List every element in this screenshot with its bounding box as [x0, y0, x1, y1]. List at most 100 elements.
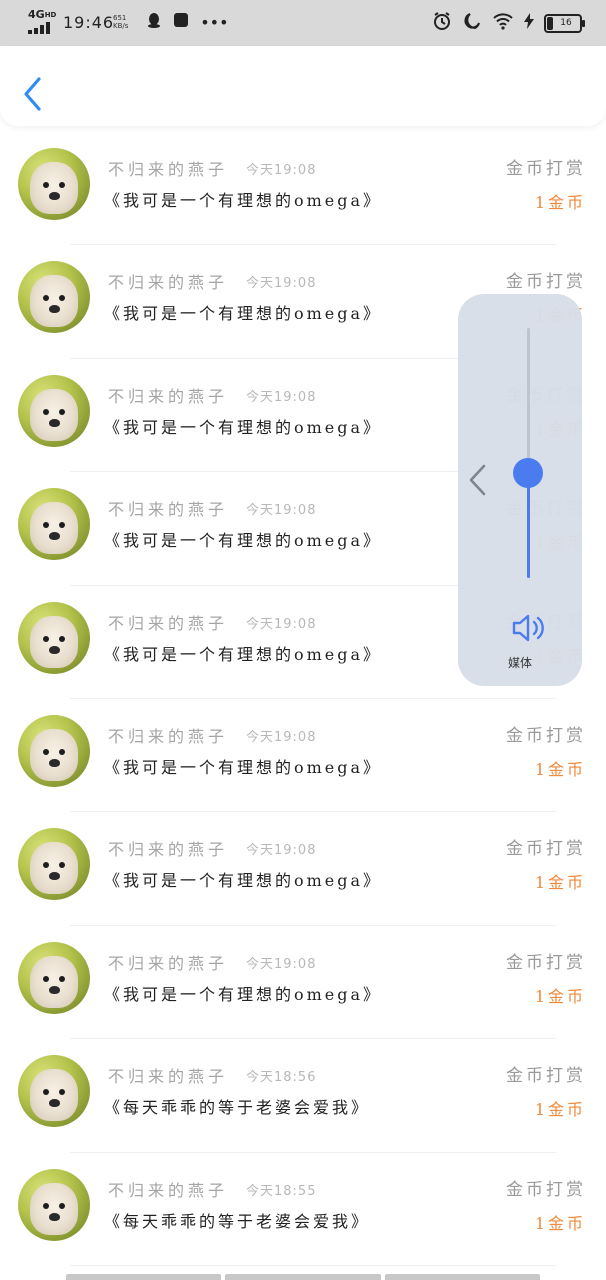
dog-face-icon — [30, 1182, 78, 1235]
reward-time: 今天18:55 — [246, 1183, 317, 1199]
avatar[interactable] — [18, 714, 90, 787]
sender-name: 不归来的燕子 — [108, 840, 229, 860]
dog-face-icon — [30, 275, 78, 328]
more-notifications-icon: ••• — [200, 13, 229, 32]
reward-time: 今天19:08 — [246, 843, 317, 859]
book-title: 《我可是一个有理想的omega》 — [104, 644, 383, 664]
app-icon — [173, 13, 194, 32]
signal-icon — [28, 22, 54, 34]
avatar[interactable] — [18, 601, 90, 674]
dog-face-icon — [30, 1069, 78, 1122]
battery-icon: 16 — [544, 14, 585, 33]
network-suffix: HD — [44, 11, 57, 19]
header-bar — [0, 46, 606, 126]
network-speed-unit: KB/s — [113, 22, 129, 30]
dog-face-icon — [30, 615, 78, 668]
avatar[interactable] — [18, 488, 90, 561]
dog-face-icon — [30, 955, 78, 1008]
network-speed: 651 KB/s — [113, 14, 128, 30]
avatar[interactable] — [18, 374, 90, 447]
volume-stream-label: 媒体 — [507, 656, 532, 670]
bottom-bar-hint — [66, 1274, 540, 1280]
reward-amount: 1金币 — [534, 986, 586, 1006]
volume-slider-handle[interactable] — [513, 458, 543, 488]
sender-name: 不归来的燕子 — [108, 386, 229, 406]
reward-time: 今天19:08 — [246, 276, 317, 292]
avatar[interactable] — [18, 828, 90, 901]
list-item[interactable]: 不归来的燕子 今天19:08 《我可是一个有理想的omega》 金币打赏 1金币 — [0, 812, 606, 926]
book-title: 《我可是一个有理想的omega》 — [104, 984, 383, 1004]
avatar[interactable] — [18, 941, 90, 1014]
dog-face-icon — [30, 502, 78, 555]
sender-name: 不归来的燕子 — [108, 613, 229, 633]
avatar[interactable] — [18, 261, 90, 334]
reward-amount: 1金币 — [534, 873, 586, 893]
speaker-icon[interactable] — [511, 612, 547, 644]
volume-panel: 媒体 — [458, 294, 582, 686]
reward-time: 今天19:08 — [246, 389, 317, 405]
volume-fill — [527, 473, 530, 578]
list-item[interactable]: 不归来的燕子 今天18:55 《每天乖乖的等于老婆会爱我》 金币打赏 1金币 — [0, 1153, 606, 1266]
sender-name: 不归来的燕子 — [108, 1180, 229, 1200]
row-divider — [70, 1264, 556, 1266]
dog-face-icon — [30, 728, 78, 781]
reward-time: 今天19:08 — [246, 956, 317, 972]
notification-icons: ••• — [146, 12, 235, 32]
book-title: 《我可是一个有理想的omega》 — [104, 757, 383, 777]
reward-time: 今天19:08 — [246, 163, 317, 178]
qq-icon — [146, 13, 167, 32]
sender-name: 不归来的燕子 — [108, 953, 229, 973]
reward-time: 今天19:08 — [246, 729, 317, 745]
sender-name: 不归来的燕子 — [108, 1067, 229, 1087]
reward-amount: 1金币 — [534, 193, 586, 212]
network-type: 4G — [28, 8, 45, 21]
sender-name: 不归来的燕子 — [108, 500, 229, 520]
reward-time: 今天19:08 — [246, 616, 317, 632]
moon-icon — [462, 11, 482, 36]
alarm-icon — [432, 11, 452, 36]
book-title: 《我可是一个有理想的omega》 — [104, 871, 383, 891]
list-item[interactable]: 不归来的燕子 今天18:56 《每天乖乖的等于老婆会爱我》 金币打赏 1金币 — [0, 1039, 606, 1153]
chevron-left-icon[interactable] — [466, 462, 488, 498]
chevron-left-icon[interactable] — [22, 76, 42, 112]
list-item[interactable]: 不归来的燕子 今天19:08 《我可是一个有理想的omega》 金币打赏 1金币 — [0, 699, 606, 813]
reward-type: 金币打赏 — [506, 839, 586, 860]
charging-icon — [524, 13, 534, 34]
reward-amount: 1金币 — [534, 1100, 586, 1120]
reward-amount: 1金币 — [534, 759, 586, 779]
wifi-icon — [492, 12, 514, 35]
reward-time: 今天18:56 — [246, 1070, 317, 1086]
dog-face-icon — [30, 842, 78, 895]
avatar[interactable] — [18, 1055, 90, 1128]
reward-type: 金币打赏 — [506, 952, 586, 973]
reward-type: 金币打赏 — [506, 272, 586, 293]
dog-face-icon — [30, 388, 78, 441]
book-title: 《我可是一个有理想的omega》 — [104, 417, 383, 437]
status-bar: 4GHD 19:46 651 KB/s ••• 16 — [0, 0, 606, 46]
volume-slider[interactable] — [527, 328, 530, 578]
avatar[interactable] — [18, 148, 90, 220]
sender-name: 不归来的燕子 — [108, 726, 229, 746]
status-time: 19:46 — [63, 13, 115, 32]
list-item[interactable]: 不归来的燕子 今天19:08 《我可是一个有理想的omega》 金币打赏 1金币 — [0, 926, 606, 1040]
book-title: 《我可是一个有理想的omega》 — [104, 191, 383, 210]
reward-type: 金币打赏 — [506, 1066, 586, 1087]
sender-name: 不归来的燕子 — [108, 273, 229, 293]
book-title: 《我可是一个有理想的omega》 — [104, 304, 383, 324]
battery-level: 16 — [560, 18, 572, 28]
reward-type: 金币打赏 — [506, 159, 586, 179]
network-speed-value: 651 — [113, 14, 127, 22]
dog-face-icon — [30, 162, 78, 214]
book-title: 《每天乖乖的等于老婆会爱我》 — [104, 1211, 371, 1231]
reward-type: 金币打赏 — [506, 725, 586, 746]
reward-amount: 1金币 — [534, 1213, 586, 1233]
system-icons: 16 — [432, 11, 585, 36]
sender-name: 不归来的燕子 — [108, 160, 229, 179]
reward-time: 今天19:08 — [246, 503, 317, 519]
network-indicator: 4GHD — [28, 8, 57, 21]
book-title: 《每天乖乖的等于老婆会爱我》 — [104, 1098, 371, 1118]
reward-type: 金币打赏 — [506, 1179, 586, 1200]
book-title: 《我可是一个有理想的omega》 — [104, 531, 383, 551]
list-item[interactable]: 不归来的燕子 今天19:08 《我可是一个有理想的omega》 金币打赏 1金币 — [0, 132, 606, 246]
avatar[interactable] — [18, 1168, 90, 1241]
